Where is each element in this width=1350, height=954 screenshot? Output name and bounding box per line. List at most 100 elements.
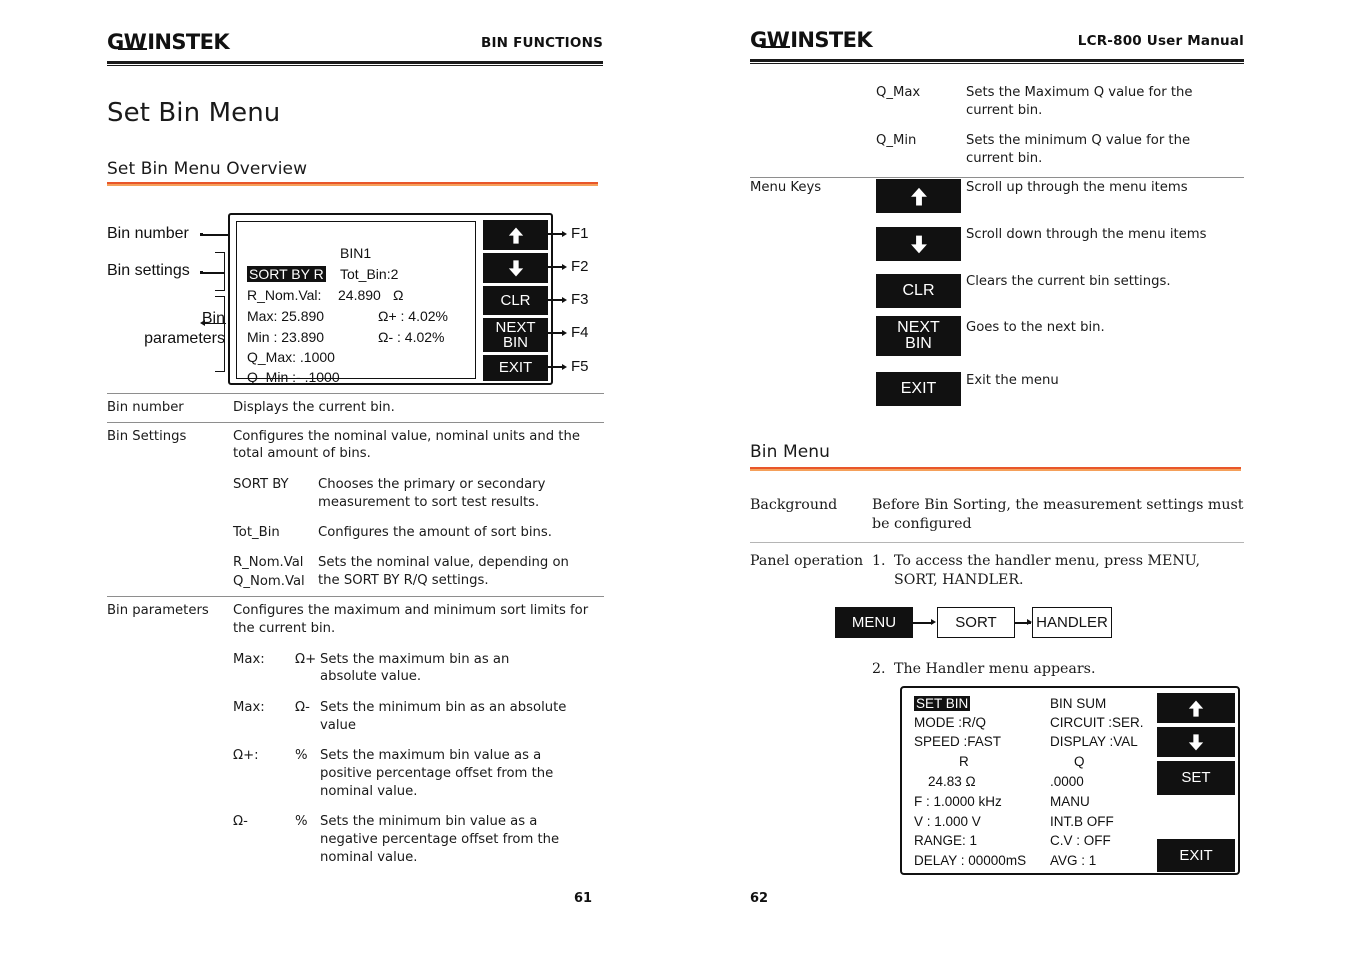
subterm-ohm-minus-pct: Ω- — [233, 814, 248, 830]
handler-q-header: Q — [1074, 754, 1085, 769]
menu-key-up-desc: Scroll up through the menu items — [966, 180, 1188, 195]
left-header-rule — [107, 61, 603, 66]
logo-gw-text-right: GW — [750, 28, 791, 52]
right-continued-table: Q_Max Sets the Maximum Q value for the c… — [750, 84, 1244, 178]
arrow-down-icon — [506, 259, 525, 278]
flow-arrow-1 — [913, 622, 933, 624]
callout-bin-parameters-line2: parameters — [144, 330, 225, 347]
subrow-sort-by: SORT BY Chooses the primary or secondary… — [107, 476, 604, 511]
left-page-number: 61 — [574, 891, 593, 906]
function-key-f4-label: NEXT BIN — [495, 318, 536, 351]
fkey-label-f4: F4 — [571, 324, 589, 341]
menu-key-down-button[interactable] — [876, 227, 961, 261]
row-term-bin-number: Bin number — [107, 400, 184, 415]
subdesc-q-max: Sets the Maximum Q value for the current… — [966, 85, 1193, 118]
subdesc-q-min: Sets the minimum Q value for the current… — [966, 133, 1191, 167]
subdesc-nom-val: Sets the nominal value, depending on the… — [318, 555, 569, 588]
subterm-tot-bin: Tot_Bin — [233, 525, 280, 541]
handler-q-value: .0000 — [1050, 774, 1084, 789]
function-key-f2[interactable] — [483, 253, 548, 283]
fkey-line-f3 — [533, 299, 563, 301]
fkey-line-f5 — [533, 366, 563, 368]
fkey-arrow-f3 — [562, 296, 567, 303]
fkey-label-f3: F3 — [571, 291, 589, 308]
function-key-f3-label: CLR — [500, 291, 531, 309]
subdesc-sort-by: Chooses the primary or secondary measure… — [318, 477, 546, 510]
menu-key-clr-button[interactable]: CLR — [876, 274, 961, 308]
function-key-f4[interactable]: NEXT BIN — [483, 318, 548, 352]
step-2-number: 2. — [872, 661, 886, 677]
subterm-sort-by: SORT BY — [233, 477, 289, 493]
handler-key-set-text: SET — [1181, 769, 1211, 787]
handler-range: RANGE: 1 — [914, 833, 978, 848]
handler-key-down[interactable] — [1157, 727, 1235, 757]
section-heading-rule — [107, 182, 598, 186]
subrow-ohm-minus-pct: Ω- % Sets the minimum bin value as a neg… — [107, 813, 604, 866]
row-term-bin-settings: Bin Settings — [107, 428, 187, 444]
menu-key-clr-label: CLR — [902, 281, 935, 299]
menu-key-nextbin-desc: Goes to the next bin. — [966, 320, 1105, 335]
callout-bin-number: Bin number — [107, 225, 189, 242]
lcd-tot-bin: Tot_Bin:2 — [340, 266, 399, 282]
flow-button-handler[interactable]: HANDLER — [1032, 607, 1112, 638]
left-header-title: BIN FUNCTIONS — [480, 35, 603, 51]
lcd-ohm-plus: Ω+ : 4.02% — [378, 308, 449, 324]
page-title: Set Bin Menu — [107, 98, 281, 128]
arrow-up-icon — [908, 186, 929, 207]
function-key-f5[interactable]: EXIT — [483, 355, 548, 381]
subterm-ohm-plus-pct: Ω+: — [233, 748, 259, 764]
handler-set-bin: SET BIN — [914, 696, 971, 711]
lcd-nom-unit: Ω — [393, 287, 404, 303]
lcd-q-min: Q_Min :- .1000 — [247, 369, 340, 385]
handler-key-exit[interactable]: EXIT — [1157, 839, 1235, 872]
subrow-ohm-plus-pct: Ω+: % Sets the maximum bin value as a po… — [107, 747, 604, 800]
menu-key-clr-desc: Clears the current bin settings. — [966, 274, 1171, 289]
flow-button-menu[interactable]: MENU — [835, 607, 913, 638]
handler-key-set[interactable]: EXITSET — [1157, 761, 1235, 795]
handler-display-mode: DISPLAY :VAL — [1050, 734, 1138, 749]
menu-key-up-button[interactable] — [876, 179, 961, 213]
subrow-tot-bin: Tot_Bin Configures the amount of sort bi… — [107, 524, 604, 542]
flow-menu-label: MENU — [851, 614, 897, 631]
flow-button-sort[interactable]: SORT — [937, 607, 1015, 638]
subdesc-tot-bin: Configures the amount of sort bins. — [318, 525, 552, 541]
left-page: GW INSTEK BIN FUNCTIONS Set Bin Menu Set … — [0, 0, 675, 954]
table-rule-right-1 — [750, 176, 1244, 178]
handler-r-value: 24.83 Ω — [928, 774, 976, 789]
table-row-bin-parameters: Bin parameters Configures the maximum an… — [107, 597, 604, 866]
handler-trigger: MANU — [1050, 794, 1090, 809]
bin-menu-table: Background Before Bin Sorting, the measu… — [750, 488, 1244, 590]
lcd-ohm-minus: Ω- : 4.02% — [378, 329, 445, 345]
subrow-max-minus: Max: Ω- Sets the minimum bin as an absol… — [107, 699, 604, 734]
subterm-max-minus: Max: — [233, 699, 265, 715]
subterm-q-nom-val: Q_Nom.Val — [233, 573, 305, 589]
row-desc-bin-settings: Configures the nominal value, nominal un… — [233, 428, 580, 462]
menu-key-nextbin-button[interactable]: NEXT BIN — [876, 316, 961, 356]
subdesc-ohm-plus-pct: Sets the maximum bin value as a positive… — [320, 748, 554, 799]
fkey-line-f1 — [533, 233, 563, 235]
subterm-max-plus: Max: — [233, 651, 265, 667]
header-rule-thin — [107, 65, 603, 66]
lcd-q-max: Q_Max: .1000 — [247, 349, 335, 365]
fkey-label-f2: F2 — [571, 258, 589, 275]
lcd-nom-val: 24.890 — [338, 287, 381, 303]
right-header-rule — [750, 59, 1244, 64]
menu-key-exit-button[interactable]: EXIT — [876, 372, 961, 406]
right-header-title: LCR-800 User Manual — [1077, 33, 1244, 49]
left-definition-table: Bin number Displays the current bin. Bin… — [107, 393, 604, 866]
subdesc-max-plus: Sets the maximum bin as an absolute valu… — [320, 651, 510, 685]
fkey-line-f4 — [533, 332, 563, 334]
fkey-arrow-f5 — [562, 363, 567, 370]
step-1-number: 1. — [872, 553, 886, 570]
handler-key-up[interactable] — [1157, 693, 1235, 723]
handler-set-bin-value: SET BIN — [914, 696, 971, 711]
arrow-up-icon — [1187, 699, 1205, 718]
row-term-bin-parameters: Bin parameters — [107, 603, 209, 619]
function-key-f1[interactable] — [483, 220, 548, 250]
row-desc-background: Before Bin Sorting, the measurement sett… — [872, 497, 1244, 533]
gw-instek-logo: GW INSTEK — [107, 30, 230, 54]
lcd-sort-by-field: SORT BY R — [247, 266, 326, 282]
menu-key-exit-desc: Exit the menu — [966, 373, 1059, 388]
handler-key-exit-label: EXIT — [1179, 846, 1213, 864]
logo-instek-text: INSTEK — [147, 30, 230, 54]
